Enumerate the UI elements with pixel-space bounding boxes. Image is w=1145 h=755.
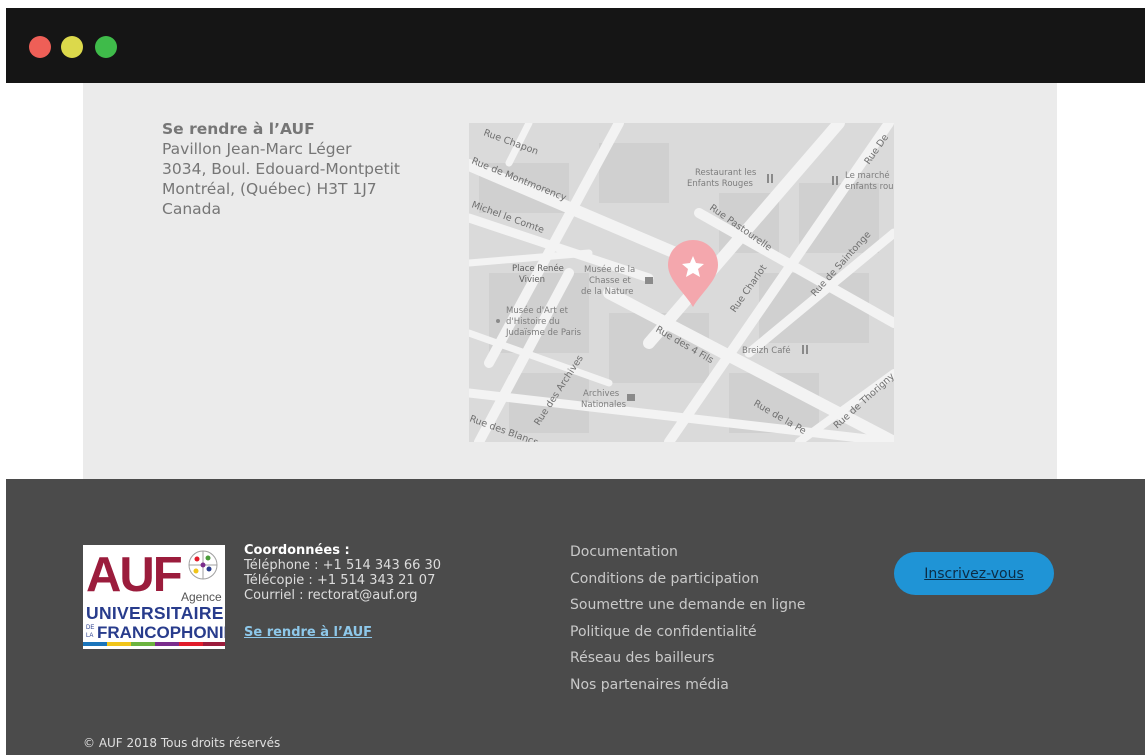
address-line: Montréal, (Québec) H3T 1J7: [162, 180, 377, 198]
minimize-window-button[interactable]: [61, 36, 83, 58]
contact-email: Courriel : rectorat@auf.org: [244, 588, 418, 603]
auf-logo[interactable]: AUF Agence UNIVERSITAIRE DE LA FRANCOPHO…: [83, 545, 235, 649]
map-place-label: Musée de la: [584, 264, 635, 275]
map-place-label: de la Nature: [581, 287, 633, 297]
close-window-button[interactable]: [29, 36, 51, 58]
maximize-window-button[interactable]: [95, 36, 117, 58]
map-place-label: Vivien: [519, 275, 545, 285]
address-line: 3034, Boul. Edouard-Montpetit: [162, 160, 400, 178]
address-title: Se rendre à l’AUF: [162, 120, 315, 138]
subscribe-button[interactable]: Inscrivez-vous: [894, 552, 1054, 595]
location-section: Se rendre à l’AUF Pavillon Jean-Marc Lég…: [83, 83, 1057, 479]
map-place-label: Chasse et: [589, 276, 632, 286]
map-place-label: Musée d'Art et: [506, 305, 569, 316]
footer-link-privacy[interactable]: Politique de confidentialité: [570, 619, 870, 646]
map-place-label: d'Histoire du: [506, 317, 560, 327]
map-place-label: Le marché: [845, 170, 890, 181]
footer-links: Documentation Conditions de participatio…: [570, 539, 870, 699]
footer-link-submit-request[interactable]: Soumettre une demande en ligne: [570, 592, 870, 619]
map-place-label: Judaïsme de Paris: [505, 328, 582, 338]
map-place-label: Restaurant les: [695, 168, 757, 178]
address-block: Se rendre à l’AUF Pavillon Jean-Marc Lég…: [162, 119, 442, 219]
map-place-label: Enfants Rouges: [687, 179, 754, 189]
svg-text:DE: DE: [86, 625, 94, 631]
address-line: Pavillon Jean-Marc Léger: [162, 140, 352, 158]
window-titlebar: [6, 8, 1145, 83]
directions-link[interactable]: Se rendre à l’AUF: [244, 625, 372, 640]
map-place-label: Archives: [583, 389, 620, 399]
svg-text:FRANCOPHONIE: FRANCOPHONIE: [97, 623, 225, 642]
contact-phone: Téléphone : +1 514 343 66 30: [244, 558, 442, 573]
footer-link-documentation[interactable]: Documentation: [570, 539, 870, 566]
footer-link-media-partners[interactable]: Nos partenaires média: [570, 672, 870, 699]
address-line: Canada: [162, 200, 221, 218]
footer-link-conditions[interactable]: Conditions de participation: [570, 566, 870, 593]
svg-text:AUF: AUF: [86, 548, 182, 602]
svg-text:LA: LA: [86, 633, 93, 639]
map-place-label: enfants rou: [845, 182, 894, 192]
svg-text:Agence: Agence: [181, 590, 222, 604]
map-place-label: Breizh Café: [742, 345, 791, 356]
svg-text:UNIVERSITAIRE: UNIVERSITAIRE: [86, 603, 224, 623]
contact-fax: Télécopie : +1 514 343 21 07: [244, 573, 436, 588]
copyright-text: © AUF 2018 Tous droits réservés: [83, 736, 281, 750]
location-map[interactable]: Rue Chapon Rue de Montmorency Michel le …: [469, 123, 894, 442]
contact-block: Coordonnées : Téléphone : +1 514 343 66 …: [244, 543, 494, 640]
site-footer: AUF Agence UNIVERSITAIRE DE LA FRANCOPHO…: [6, 479, 1145, 755]
contact-title: Coordonnées :: [244, 543, 350, 558]
map-place-label: Nationales: [581, 400, 627, 410]
map-place-label: Place Renée: [512, 263, 564, 274]
footer-link-donors[interactable]: Réseau des bailleurs: [570, 645, 870, 672]
